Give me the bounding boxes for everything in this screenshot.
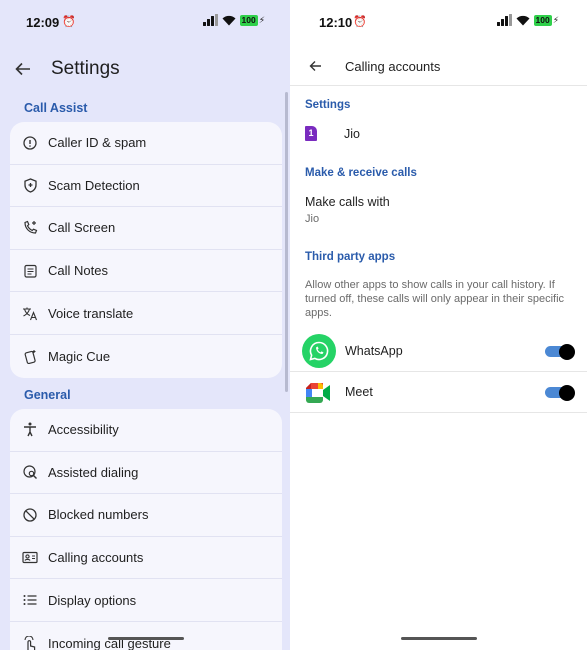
globe-search-icon — [10, 465, 48, 480]
alarm-icon: ⏰ — [353, 16, 367, 28]
app-row-whatsapp[interactable]: WhatsApp — [290, 332, 587, 372]
home-indicator[interactable] — [401, 637, 477, 640]
status-bar: 12:10 ⏰ 100 ⚡ — [290, 0, 587, 46]
magic-cue-icon — [10, 349, 48, 364]
notes-icon — [10, 264, 48, 278]
status-bar: 12:09 ⏰ 100 ⚡ — [0, 0, 290, 46]
translate-icon — [10, 306, 48, 321]
settings-header: Settings — [0, 52, 290, 88]
home-indicator[interactable] — [108, 637, 184, 640]
back-arrow-icon[interactable] — [12, 58, 34, 80]
scrollbar[interactable] — [285, 92, 288, 392]
section-third-party: Third party apps — [305, 251, 396, 263]
alarm-icon: ⏰ — [62, 16, 76, 28]
shield-icon — [10, 178, 48, 193]
settings-item-label: Caller ID & spam — [48, 135, 147, 151]
third-party-description: Allow other apps to show calls in your c… — [305, 279, 565, 319]
settings-item-label: Assisted dialing — [48, 464, 139, 480]
settings-item-label: Magic Cue — [48, 348, 111, 364]
app-row-meet[interactable]: Meet — [290, 373, 587, 413]
page-title: Settings — [51, 58, 120, 79]
make-calls-with-value: Jio — [305, 213, 320, 225]
section-settings: Settings — [305, 99, 351, 111]
settings-item-label: Voice translate — [48, 305, 134, 321]
wifi-icon — [222, 15, 235, 25]
status-time: 12:09 — [26, 15, 60, 30]
settings-item-magic-cue[interactable]: Magic Cue — [10, 335, 282, 378]
make-calls-with-setting[interactable]: Make calls with — [305, 195, 390, 209]
settings-item-label: Call Notes — [48, 263, 108, 279]
meet-toggle[interactable] — [545, 384, 575, 401]
settings-item-display-options[interactable]: Display options — [10, 579, 282, 622]
info-circle-icon — [10, 136, 48, 150]
general-card: Accessibility Assisted dialing Blocked n… — [10, 409, 282, 650]
app-label: WhatsApp — [345, 344, 403, 358]
gesture-icon — [10, 635, 48, 650]
settings-item-label: Call Screen — [48, 220, 116, 236]
signal-icon — [203, 14, 218, 26]
section-call-assist: Call Assist — [24, 101, 88, 115]
settings-item-label: Accessibility — [48, 422, 119, 438]
settings-item-caller-id[interactable]: Caller ID & spam — [10, 122, 282, 165]
battery-icon: 100 ⚡ — [239, 14, 266, 26]
settings-item-calling-accounts[interactable]: Calling accounts — [10, 537, 282, 580]
settings-item-call-screen[interactable]: Call Screen — [10, 207, 282, 250]
accessibility-icon — [10, 422, 48, 437]
whatsapp-toggle[interactable] — [545, 343, 575, 360]
list-icon — [10, 594, 48, 606]
settings-item-incoming-call-gesture[interactable]: Incoming call gesture — [10, 622, 282, 650]
calling-accounts-header: Calling accounts — [290, 48, 587, 86]
app-label: Meet — [345, 385, 373, 399]
page-title: Calling accounts — [345, 59, 441, 74]
contact-card-icon — [10, 551, 48, 564]
sim-card-icon: 1 — [305, 126, 317, 141]
calling-accounts-screen: 12:10 ⏰ 100 ⚡ Calling accounts Settings 1… — [290, 0, 587, 650]
settings-item-assisted-dialing[interactable]: Assisted dialing — [10, 452, 282, 495]
settings-item-label: Display options — [48, 592, 137, 608]
sim-account-jio[interactable]: Jio — [344, 127, 360, 141]
google-meet-icon — [306, 383, 332, 403]
section-general: General — [24, 388, 71, 402]
blocked-icon — [10, 508, 48, 522]
call-assist-card: Caller ID & spam Scam Detection Call Scr… — [10, 122, 282, 378]
whatsapp-icon — [302, 334, 336, 368]
signal-icon — [497, 14, 512, 26]
battery-icon: 100 ⚡ — [533, 14, 560, 26]
settings-item-label: Scam Detection — [48, 177, 140, 193]
wifi-icon — [516, 15, 529, 25]
settings-screen: 12:09 ⏰ 100 ⚡ Settings Call Assist Caller… — [0, 0, 290, 650]
settings-item-call-notes[interactable]: Call Notes — [10, 250, 282, 293]
back-arrow-icon[interactable] — [304, 55, 326, 77]
settings-item-accessibility[interactable]: Accessibility — [10, 409, 282, 452]
settings-item-label: Calling accounts — [48, 550, 144, 566]
phone-sparkle-icon — [10, 220, 48, 235]
settings-item-scam-detection[interactable]: Scam Detection — [10, 165, 282, 208]
settings-item-voice-translate[interactable]: Voice translate — [10, 292, 282, 335]
status-time: 12:10 — [319, 15, 353, 30]
toggle-knob — [559, 343, 575, 360]
section-make-receive: Make & receive calls — [305, 167, 417, 179]
settings-item-label: Blocked numbers — [48, 507, 149, 523]
toggle-knob — [559, 384, 575, 401]
settings-item-blocked-numbers[interactable]: Blocked numbers — [10, 494, 282, 537]
